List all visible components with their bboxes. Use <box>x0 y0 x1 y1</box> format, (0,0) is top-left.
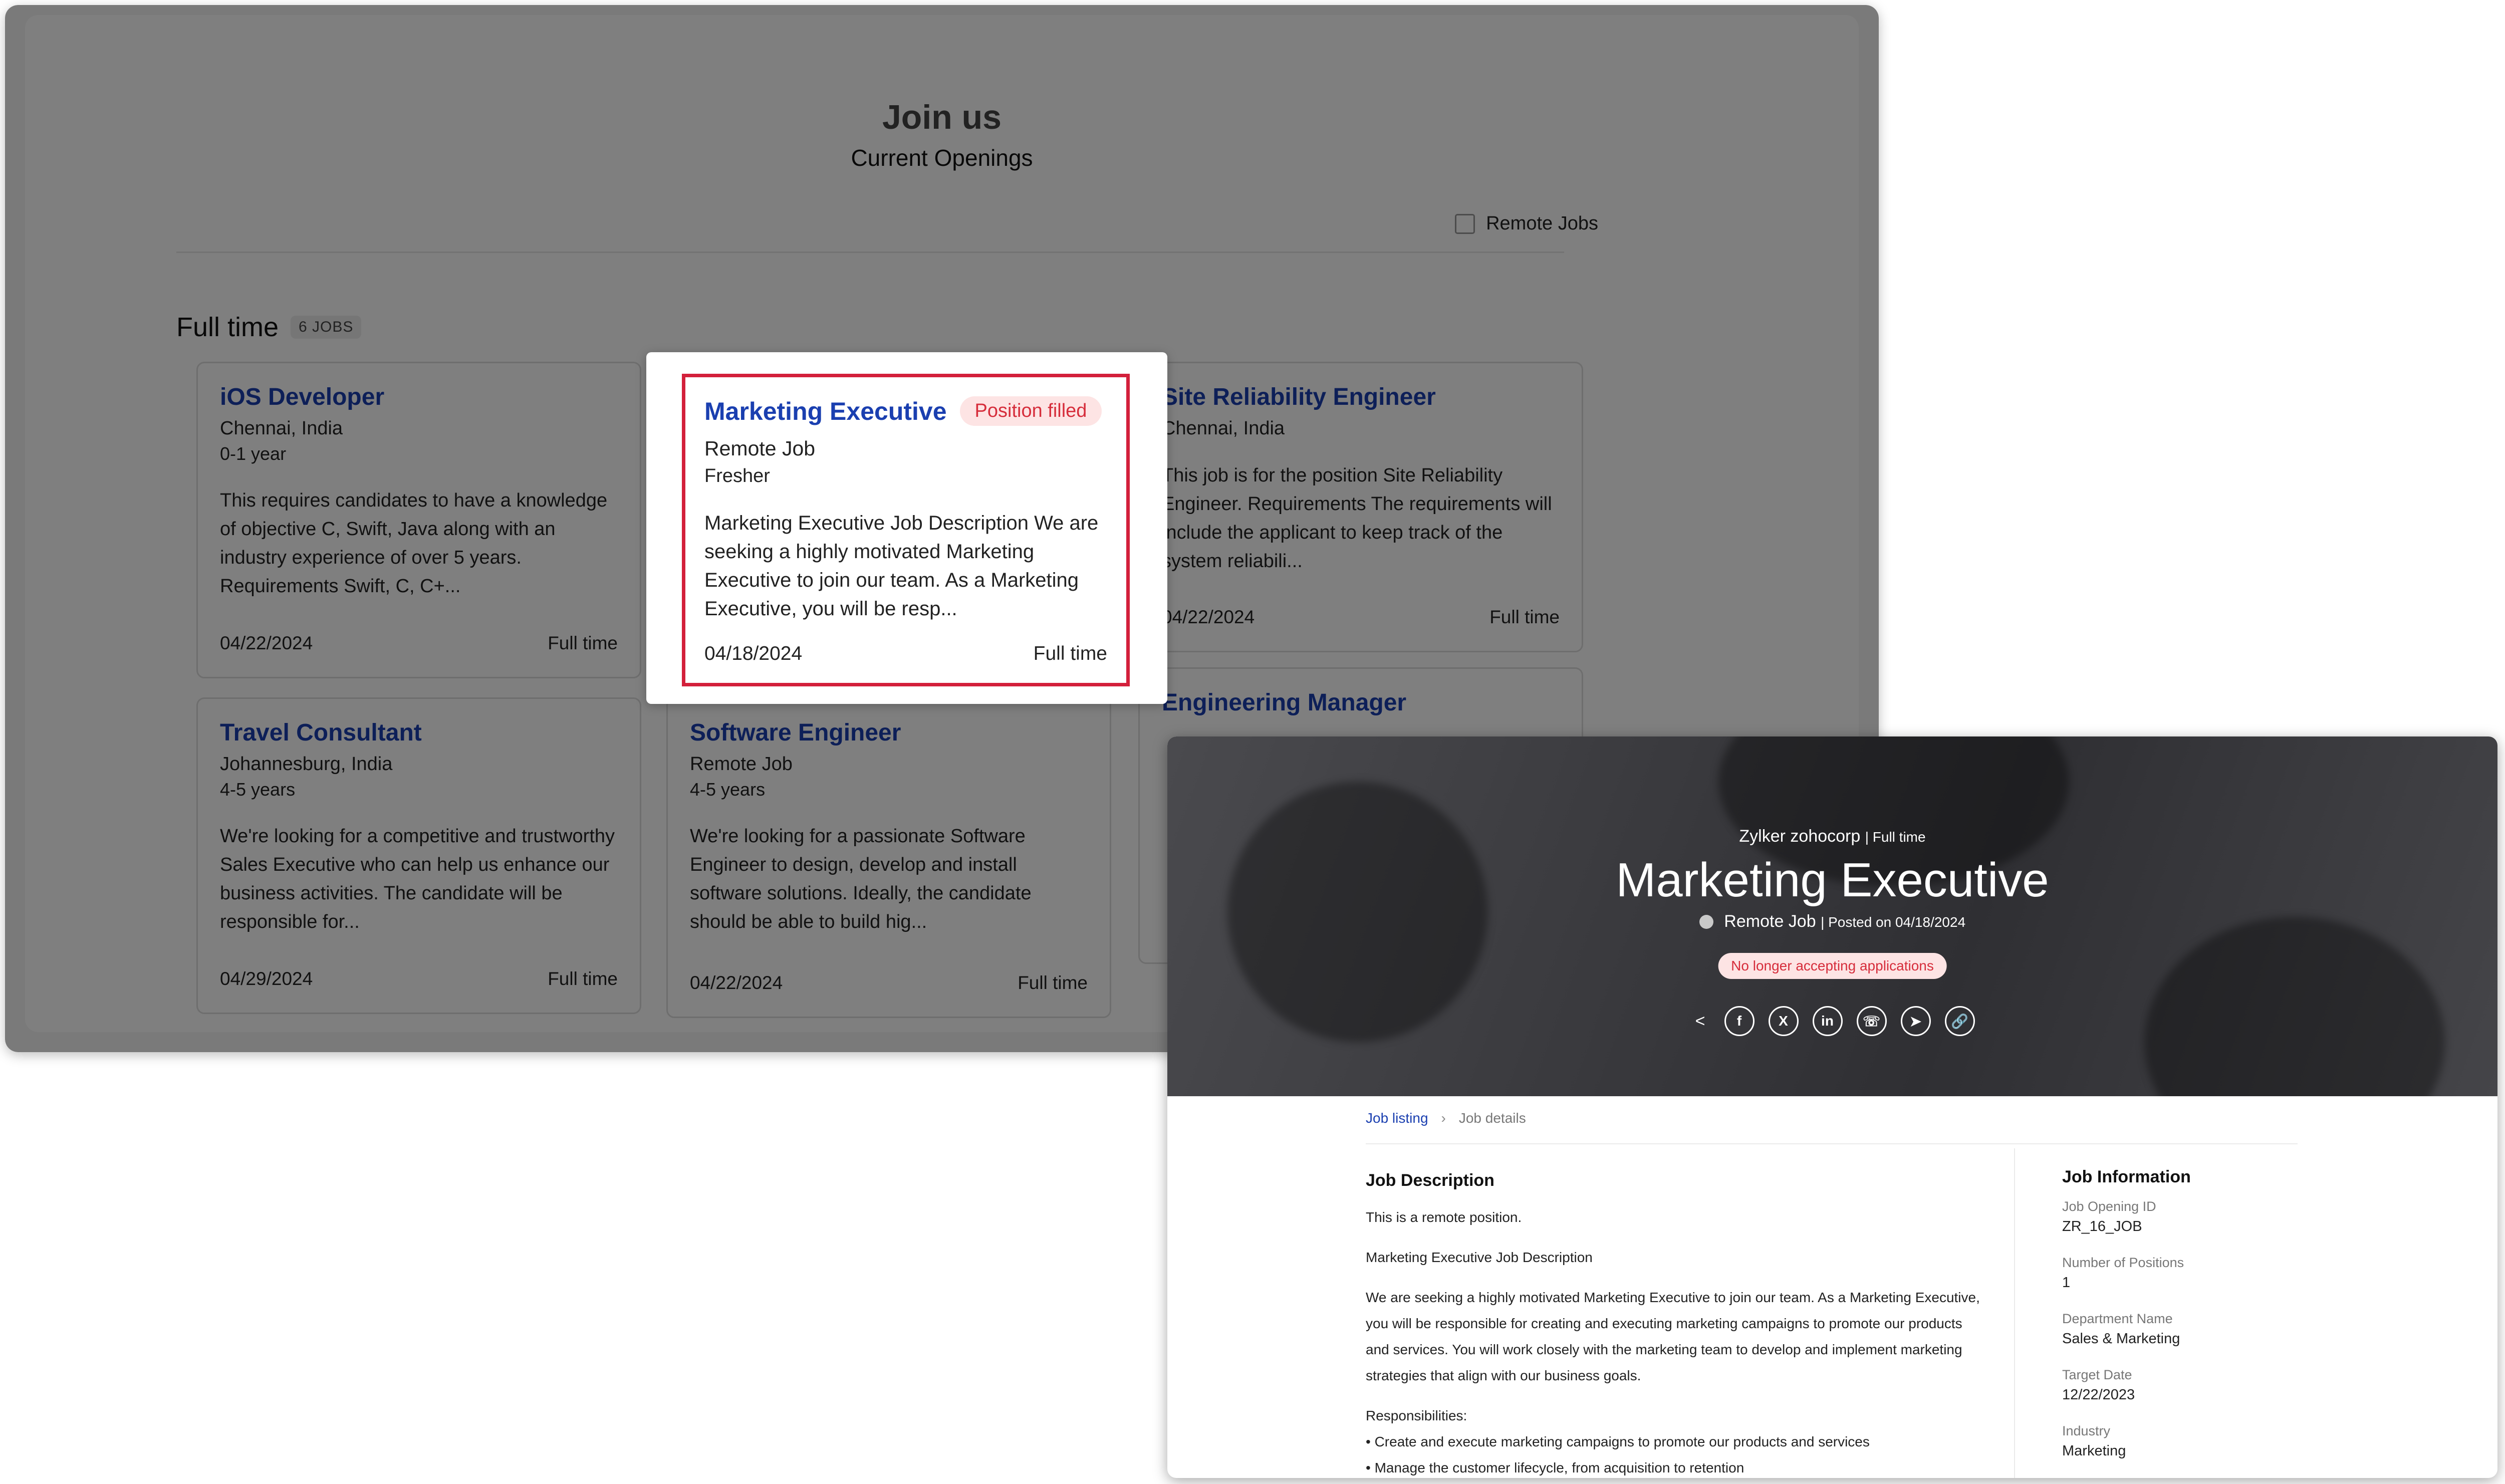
job-footer: 04/18/2024 Full time <box>704 643 1107 665</box>
job-information-panel: Job Information Job Opening ID ZR_16_JOB… <box>2062 1167 2293 1478</box>
job-date: 04/18/2024 <box>704 643 803 664</box>
hero-meta-line: Remote Job | Posted on 04/18/2024 <box>1167 912 2497 931</box>
job-type: | Full time <box>1865 829 1926 845</box>
breadcrumb: Job listing › Job details <box>1366 1110 1526 1126</box>
job-type: Full time <box>1033 643 1107 664</box>
industry-label: Industry <box>2062 1423 2111 1438</box>
facebook-icon[interactable]: f <box>1724 1006 1755 1036</box>
job-hero-banner: Zylker zohocorp | Full time Marketing Ex… <box>1167 736 2497 1096</box>
job-description-section: Job Description This is a remote positio… <box>1366 1167 1987 1478</box>
job-experience: Fresher <box>704 465 770 486</box>
job-description-heading: Job Description <box>1366 1171 1494 1190</box>
job-details-window: Zylker zohocorp | Full time Marketing Ex… <box>1167 736 2497 1478</box>
job-description: Marketing Executive Job Description We a… <box>704 512 1099 620</box>
breadcrumb-divider <box>1366 1143 2298 1144</box>
department-name-value: Sales & Marketing <box>2062 1331 2180 1347</box>
job-location: Remote Job <box>1724 912 1816 931</box>
description-paragraph: Marketing Executive Job Description <box>1366 1250 1593 1265</box>
telegram-icon[interactable]: ➤ <box>1900 1006 1931 1036</box>
job-opening-id-label: Job Opening ID <box>2062 1199 2156 1214</box>
target-date-value: 12/22/2023 <box>2062 1387 2135 1403</box>
job-information-heading: Job Information <box>2062 1167 2191 1186</box>
share-icon[interactable]: < <box>1690 1006 1710 1036</box>
job-location: Remote Job <box>704 437 816 460</box>
job-title-link[interactable]: Marketing Executive <box>704 397 947 426</box>
job-title: Marketing Executive <box>1616 853 2049 907</box>
responsibilities-heading: Responsibilities: <box>1366 1408 1467 1423</box>
target-date-label: Target Date <box>2062 1367 2132 1382</box>
list-item: • Manage the customer lifecycle, from ac… <box>1366 1460 1744 1475</box>
list-item: • Create and execute marketing campaigns… <box>1366 1434 1870 1449</box>
number-of-positions-label: Number of Positions <box>2062 1255 2184 1270</box>
share-bar: < f X in ☏ ➤ 🔗 <box>1167 1006 2497 1036</box>
responsibilities-list: • Create and execute marketing campaigns… <box>1366 1429 1987 1478</box>
posted-date: | Posted on 04/18/2024 <box>1821 914 1966 930</box>
application-status-badge: No longer accepting applications <box>1718 953 1947 979</box>
chevron-right-icon: › <box>1441 1110 1446 1126</box>
hero-company-line: Zylker zohocorp | Full time <box>1167 827 2497 846</box>
description-paragraph: We are seeking a highly motivated Market… <box>1366 1290 1980 1383</box>
position-filled-badge: Position filled <box>959 396 1102 426</box>
industry-value: Marketing <box>2062 1443 2126 1459</box>
job-card-marketing-executive[interactable]: Marketing Executive Position filled Remo… <box>682 374 1130 686</box>
whatsapp-icon[interactable]: ☏ <box>1856 1006 1887 1036</box>
department-name-label: Department Name <box>2062 1311 2173 1326</box>
x-icon[interactable]: X <box>1768 1006 1799 1036</box>
job-opening-id-value: ZR_16_JOB <box>2062 1218 2142 1234</box>
number-of-positions-value: 1 <box>2062 1275 2071 1291</box>
column-divider <box>2014 1148 2015 1478</box>
description-paragraph: This is a remote position. <box>1366 1209 1522 1225</box>
breadcrumb-job-listing[interactable]: Job listing <box>1366 1110 1428 1126</box>
globe-icon <box>1699 915 1713 929</box>
linkedin-icon[interactable]: in <box>1812 1006 1843 1036</box>
breadcrumb-current: Job details <box>1458 1110 1526 1126</box>
link-icon[interactable]: 🔗 <box>1944 1006 1975 1036</box>
company-name: Zylker zohocorp <box>1739 827 1861 846</box>
